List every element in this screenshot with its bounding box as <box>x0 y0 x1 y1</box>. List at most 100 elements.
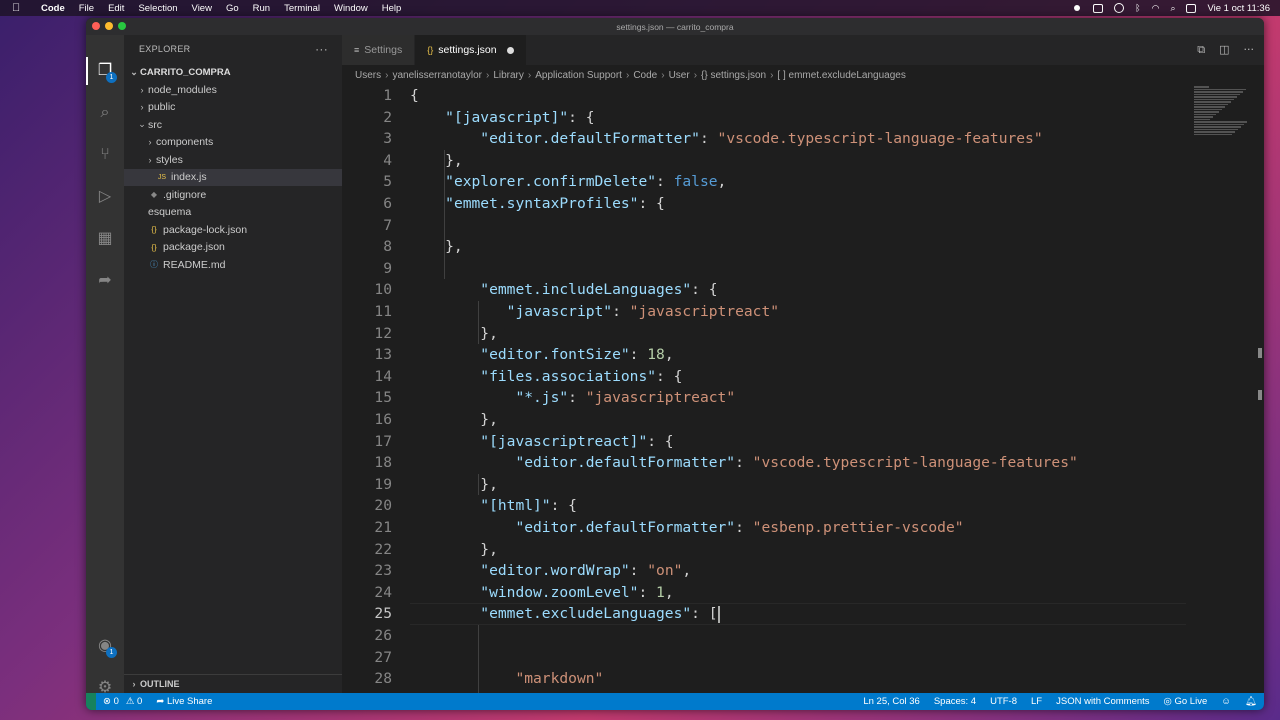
code-line[interactable]: 23 "editor.wordWrap": "on", <box>342 560 1264 582</box>
menu-help[interactable]: Help <box>382 3 402 14</box>
code-line[interactable]: 10 "emmet.includeLanguages": { <box>342 279 1264 301</box>
code-line[interactable]: 11 "javascript": "javascriptreact" <box>342 301 1264 323</box>
tree-item[interactable]: › node_modules <box>124 81 342 99</box>
minimize-window-button[interactable] <box>105 22 113 30</box>
cloud-icon[interactable] <box>1114 3 1125 13</box>
tab-settings-json[interactable]: {} settings.json <box>415 35 527 65</box>
menu-window[interactable]: Window <box>334 3 368 14</box>
explorer-icon[interactable]: ❐ 1 <box>95 60 117 83</box>
tree-item[interactable]: › styles <box>124 151 342 169</box>
code-line[interactable]: 19 }, <box>342 474 1264 496</box>
menu-edit[interactable]: Edit <box>108 3 124 14</box>
live-share-icon[interactable]: ➦ <box>95 270 115 290</box>
split-editor-icon[interactable]: ◫ <box>1219 43 1229 57</box>
code-editor[interactable]: 1{2 "[javascript]": {3 "editor.defaultFo… <box>342 85 1264 693</box>
tab-settings[interactable]: ≡ Settings <box>342 35 416 65</box>
apple-icon[interactable]:  <box>12 2 26 14</box>
more-actions-icon[interactable]: ··· <box>315 42 328 56</box>
code-line[interactable]: 16 }, <box>342 409 1264 431</box>
menu-app-name[interactable]: Code <box>41 3 65 14</box>
encoding[interactable]: UTF-8 <box>990 696 1017 707</box>
code-line[interactable]: 7 <box>342 215 1264 237</box>
tree-item[interactable]: JS index.js <box>124 168 342 186</box>
code-line[interactable]: 21 "editor.defaultFormatter": "esbenp.pr… <box>342 517 1264 539</box>
code-line[interactable]: 5 "explorer.confirmDelete": false, <box>342 171 1264 193</box>
end-of-line[interactable]: LF <box>1031 696 1042 707</box>
code-line[interactable]: 15 "*.js": "javascriptreact" <box>342 387 1264 409</box>
tree-item[interactable]: ◆ .gitignore <box>124 186 342 204</box>
control-center-icon[interactable] <box>1186 3 1197 13</box>
code-line[interactable]: 25 "emmet.excludeLanguages": [ <box>342 603 1264 626</box>
unsaved-dot-icon[interactable] <box>506 46 514 54</box>
record-icon[interactable] <box>1072 3 1082 13</box>
wifi-icon[interactable]: ◠ <box>1152 3 1160 14</box>
code-line[interactable]: 13 "editor.fontSize": 18, <box>342 344 1264 366</box>
problems-errors[interactable]: ⊗ 0 <box>103 696 119 707</box>
spotlight-icon[interactable]: ⌕ <box>1170 3 1175 14</box>
tree-item[interactable]: {} package.json <box>124 239 342 257</box>
menu-selection[interactable]: Selection <box>138 3 177 14</box>
code-line[interactable]: 22 }, <box>342 539 1264 561</box>
menu-view[interactable]: View <box>192 3 212 14</box>
breadcrumb-segment[interactable]: Application Support <box>535 70 622 81</box>
outline-section[interactable]: › OUTLINE <box>124 674 346 693</box>
tree-item[interactable]: esquema <box>124 204 342 222</box>
code-line[interactable]: 24 "window.zoomLevel": 1, <box>342 582 1264 604</box>
tree-item[interactable]: › components <box>124 134 342 152</box>
code-line[interactable]: 1{ <box>342 85 1264 107</box>
menu-terminal[interactable]: Terminal <box>284 3 320 14</box>
tree-item[interactable]: ⌄ src <box>124 116 342 134</box>
accounts-icon[interactable]: ◉ 1 <box>95 635 117 658</box>
screen-icon[interactable] <box>1093 3 1104 13</box>
source-control-icon[interactable]: ⑂ <box>95 144 115 164</box>
extensions-icon[interactable]: ▦ <box>95 228 115 248</box>
breadcrumb-segment[interactable]: User <box>669 70 690 81</box>
breadcrumb-segment[interactable]: Users <box>355 70 381 81</box>
language-mode[interactable]: JSON with Comments <box>1056 696 1149 707</box>
code-line[interactable]: 20 "[html]": { <box>342 495 1264 517</box>
search-icon[interactable]: ⌕ <box>95 102 115 122</box>
menu-run[interactable]: Run <box>253 3 270 14</box>
notifications-bell-icon[interactable]: 🔔︎ <box>1245 696 1257 707</box>
scrollbar-marker[interactable] <box>1258 348 1262 358</box>
code-line[interactable]: 2 "[javascript]": { <box>342 107 1264 129</box>
tree-item[interactable]: › public <box>124 99 342 117</box>
code-line[interactable]: 9 <box>342 258 1264 280</box>
code-line[interactable]: 6 "emmet.syntaxProfiles": { <box>342 193 1264 215</box>
tree-item[interactable]: {} package-lock.json <box>124 221 342 239</box>
menubar-clock[interactable]: Vie 1 oct 11:36 <box>1207 3 1270 14</box>
go-live-button[interactable]: ◎ Go Live <box>1164 696 1208 707</box>
tree-item[interactable]: ⓘ README.md <box>124 256 342 274</box>
breadcrumb-segment[interactable]: [ ] emmet.excludeLanguages <box>777 70 905 81</box>
feedback-icon[interactable]: ☺ <box>1221 696 1231 707</box>
code-line[interactable]: 17 "[javascriptreact]": { <box>342 431 1264 453</box>
breadcrumb-segment[interactable]: yanelisserranotaylor <box>392 70 482 81</box>
code-line[interactable]: 3 "editor.defaultFormatter": "vscode.typ… <box>342 128 1264 150</box>
breadcrumb-segment[interactable]: Code <box>633 70 657 81</box>
menu-go[interactable]: Go <box>226 3 239 14</box>
more-icon[interactable]: ··· <box>1244 43 1255 57</box>
scrollbar-thumb[interactable] <box>1258 390 1262 400</box>
menu-file[interactable]: File <box>79 3 94 14</box>
code-line[interactable]: 26 <box>342 625 1264 647</box>
zoom-window-button[interactable] <box>118 22 126 30</box>
cursor-position[interactable]: Ln 25, Col 36 <box>863 696 920 707</box>
live-share-status[interactable]: ➦ Live Share <box>156 696 212 707</box>
close-window-button[interactable] <box>92 22 100 30</box>
breadcrumb-segment[interactable]: {} settings.json <box>701 70 766 81</box>
code-line[interactable]: 18 "editor.defaultFormatter": "vscode.ty… <box>342 452 1264 474</box>
minimap[interactable] <box>1194 85 1254 140</box>
code-line[interactable]: 28 "markdown" <box>342 668 1264 690</box>
remote-indicator[interactable] <box>86 693 96 710</box>
run-debug-icon[interactable]: ▷ <box>95 186 115 206</box>
indentation[interactable]: Spaces: 4 <box>934 696 976 707</box>
workspace-folder[interactable]: ⌄ CARRITO_COMPRA <box>124 63 342 81</box>
code-line[interactable]: 8 }, <box>342 236 1264 258</box>
code-line[interactable]: 12 }, <box>342 323 1264 345</box>
code-line[interactable]: 27 <box>342 647 1264 669</box>
problems-warnings[interactable]: ⚠ 0 <box>126 696 142 707</box>
breadcrumb-segment[interactable]: Library <box>493 70 524 81</box>
open-settings-ui-icon[interactable]: ⧉ <box>1197 43 1205 57</box>
code-line[interactable]: 4 }, <box>342 150 1264 172</box>
code-line[interactable]: 14 "files.associations": { <box>342 366 1264 388</box>
